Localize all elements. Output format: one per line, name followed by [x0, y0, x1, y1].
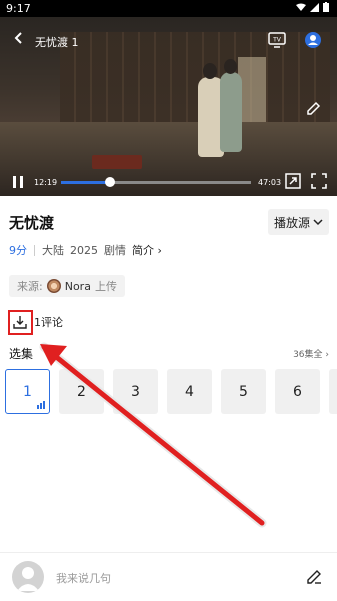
- progress-bar[interactable]: [61, 177, 251, 187]
- uploader-suffix: 上传: [94, 280, 117, 293]
- episodes-total-label: 36集全: [293, 350, 323, 360]
- annotation-highlight-box: [8, 310, 33, 335]
- comment-bar: 我来说几句: [0, 552, 337, 601]
- episode-list: 1 2 3 4 5 6: [5, 369, 337, 414]
- episode-number: 6: [293, 383, 302, 400]
- total-time: 47:03: [258, 178, 282, 187]
- intro-label: 简介: [132, 244, 154, 257]
- episode-item[interactable]: 5: [221, 369, 266, 414]
- episode-item[interactable]: 2: [59, 369, 104, 414]
- danmaku-edit-icon[interactable]: [305, 101, 321, 117]
- comment-input[interactable]: 我来说几句: [56, 570, 111, 586]
- episode-item[interactable]: 1: [5, 369, 50, 414]
- progress-knob[interactable]: [105, 177, 116, 187]
- episodes-total-link[interactable]: 36集全 ›: [293, 347, 329, 360]
- player-controls: 12:19 47:03: [0, 167, 337, 196]
- video-frame-head: [224, 59, 237, 74]
- episode-number: 5: [239, 383, 248, 400]
- pause-icon[interactable]: [12, 175, 24, 189]
- chevron-down-icon: [313, 218, 323, 225]
- pen-icon[interactable]: [306, 569, 322, 585]
- playing-indicator-icon: [37, 401, 45, 409]
- intro-link[interactable]: 简介 ›: [132, 242, 162, 258]
- video-frame-window: [238, 57, 266, 127]
- episode-number: 3: [131, 383, 140, 400]
- uploader-name: Nora: [64, 279, 91, 293]
- source-select-button[interactable]: 播放源: [268, 209, 329, 235]
- uploader-prefix: 来源:: [17, 280, 43, 293]
- uploader-avatar: [46, 279, 61, 293]
- episode-item-partial[interactable]: [329, 369, 337, 414]
- video-frame-head: [203, 63, 217, 79]
- episode-number: 2: [77, 383, 86, 400]
- video-frame-figure: [220, 72, 242, 152]
- region: 大陆: [42, 244, 64, 257]
- score: 9分: [9, 244, 27, 257]
- default-avatar-icon: [17, 567, 39, 591]
- episode-number: 4: [185, 383, 194, 400]
- episode-number: 1: [23, 383, 32, 400]
- pip-icon[interactable]: [285, 173, 301, 189]
- battery-icon: [323, 2, 329, 12]
- progress-fill: [61, 181, 111, 184]
- comment-label: 评论: [41, 316, 63, 329]
- year: 2025: [70, 243, 98, 257]
- video-player[interactable]: 无忧渡 1 TV 12:19 47:03: [0, 17, 337, 196]
- svg-text:TV: TV: [272, 37, 282, 44]
- user-avatar[interactable]: [12, 561, 44, 593]
- status-icons: [296, 2, 329, 12]
- comment-count: 1: [34, 316, 41, 329]
- show-title: 无忧渡: [9, 214, 55, 232]
- show-meta: 9分 大陆 2025 剧情 简介 ›: [9, 242, 162, 258]
- status-bar: 9:17: [0, 0, 337, 17]
- episode-list-viewport: 1 2 3 4 5 6: [0, 369, 337, 414]
- current-time: 12:19: [34, 178, 58, 187]
- wifi-icon: [296, 3, 306, 11]
- uploader-chip[interactable]: 来源: Nora 上传: [9, 275, 125, 297]
- divider: [34, 244, 35, 256]
- cast-tv-icon[interactable]: TV: [268, 32, 286, 48]
- episode-item[interactable]: 4: [167, 369, 212, 414]
- back-arrow-icon[interactable]: [12, 31, 26, 45]
- video-frame-background: [60, 32, 330, 132]
- video-title: 无忧渡 1: [35, 36, 79, 49]
- signal-icon: [310, 2, 319, 12]
- status-time: 9:17: [6, 2, 31, 15]
- genre: 剧情: [104, 244, 126, 257]
- source-select-label: 播放源: [273, 215, 310, 230]
- episodes-label: 选集: [9, 347, 34, 361]
- episode-item[interactable]: 3: [113, 369, 158, 414]
- episode-item[interactable]: 6: [275, 369, 320, 414]
- player-user-icon[interactable]: [304, 31, 322, 49]
- fullscreen-icon[interactable]: [311, 173, 327, 189]
